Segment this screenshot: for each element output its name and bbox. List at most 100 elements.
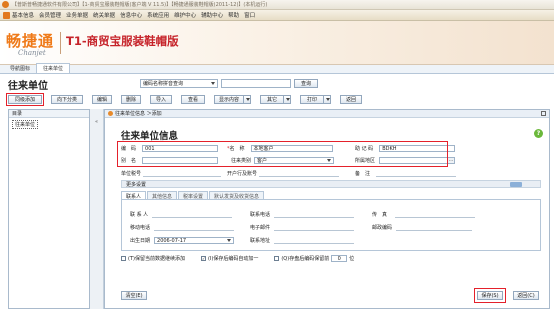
auto-increment-checkbox[interactable]: ✓ [200,256,206,261]
category-tree: 目录 往来单位 [8,109,90,309]
chevron-down-icon [326,98,330,101]
brand-logo: 畅捷通 [6,32,55,50]
partner-form-panel: 往来单位信息 ＞添加 往来单位信息 ? 编 码 001 * 名 称 本地客户 助… [104,109,550,309]
postcode-field[interactable] [396,224,473,231]
keep-data-option[interactable]: (T)保留当前数据继续添加 [121,255,185,262]
return-button[interactable]: 返回 [340,95,362,104]
keep-prefix-digits[interactable]: 0 [331,255,348,262]
form-title: 往来单位信息 [121,131,179,142]
contact-field[interactable] [152,211,233,218]
address-field[interactable] [274,237,355,244]
contact-row: 联 系 人 [130,211,233,218]
clear-button[interactable]: 清空(E) [121,291,147,300]
menu-item[interactable]: 窗口 [244,11,255,19]
contact-panel: 联 系 人 联系电话 传 真 移动电话 电子邮件 邮政编码 出生日期 2006-… [121,199,541,251]
brand-logo-sub: Chanjet [18,49,46,57]
keep-data-checkbox[interactable] [121,256,126,261]
other-dropdown[interactable] [284,95,291,104]
toolbar: 同级添加 向下分类 编辑 删除 导入 查看 显示内容 其它 打印 返回 [8,95,371,104]
form-tab-label: 往来单位信息 ＞添加 [115,111,162,117]
fax-field[interactable] [395,211,476,218]
import-button[interactable]: 导入 [150,95,172,104]
keep-data-label: (T)保留当前数据继续添加 [128,256,185,262]
bank-field[interactable] [259,170,340,177]
bank-row: 开户行及账号 [227,170,340,177]
highlight-basic-info [117,141,448,167]
phone-row: 联系电话 [250,211,355,218]
remark-row: 备 注 [355,170,457,177]
edit-button[interactable]: 编辑 [92,95,112,104]
menu-item[interactable]: 会员管理 [39,11,61,19]
print-dropdown[interactable] [324,95,331,104]
tax-label: 单位税号 [121,171,142,177]
highlight-add-button [6,93,44,106]
keep-prefix-unit: 位 [349,256,355,262]
menu-item[interactable]: 基本信息 [12,11,34,19]
tax-row: 单位税号 [121,170,222,177]
maximize-icon[interactable] [541,111,546,116]
region-picker-button[interactable]: ··· [448,157,456,164]
work-area: 往来单位 编码名称拼音查询 查询 同级添加 向下分类 编辑 删除 导入 查看 显… [0,74,554,309]
print-group: 打印 [300,95,331,104]
menu-item[interactable]: 辅助中心 [201,11,223,19]
form-tab: 往来单位信息 ＞添加 [105,110,549,118]
more-settings-bar[interactable]: 更多设置 [121,180,541,188]
menu-item[interactable]: 系统应用 [147,11,169,19]
menu-item[interactable]: 信息中心 [120,11,142,19]
fax-label: 传 真 [372,212,388,218]
fax-row: 传 真 [372,211,476,218]
remark-field[interactable] [376,170,457,177]
view-button[interactable]: 查看 [181,95,205,104]
postcode-row: 邮政编码 [372,224,473,231]
more-settings-label: 更多设置 [126,181,147,188]
keep-prefix-option[interactable]: (Q)存盘后编码保留前 0 位 [274,255,354,262]
keep-prefix-checkbox[interactable] [274,256,280,261]
birthday-picker[interactable]: 2006-07-17 [154,237,235,244]
form-icon [108,111,113,116]
splitter[interactable]: « [90,109,104,309]
auto-increment-option[interactable]: ✓ (I)保存后编码自动加一 [200,255,258,262]
bank-label: 开户行及账号 [227,171,258,177]
birthday-label: 出生日期 [130,238,151,244]
banner-divider [60,32,61,54]
search-field-select[interactable]: 编码名称拼音查询 [140,79,218,88]
tab-navigation[interactable]: 导航图标 [4,64,36,73]
postcode-label: 邮政编码 [372,225,393,231]
mobile-field[interactable] [154,224,235,231]
phone-field[interactable] [274,211,355,218]
menu-item[interactable]: 统关单据 [93,11,115,19]
add-subcategory-button[interactable]: 向下分类 [51,95,83,104]
phone-label: 联系电话 [250,212,271,218]
search-field-label: 编码名称拼音查询 [143,81,184,87]
search-group: 编码名称拼音查询 查询 [140,79,318,88]
display-content-dropdown[interactable] [244,95,251,104]
remark-label: 备 注 [355,171,371,177]
search-input[interactable] [221,79,291,88]
highlight-save-button [474,288,506,303]
app-icon [2,1,9,8]
window-title: 【普斯普畅捷通软件有限公司】【1-商贸宝服装鞋帽版(客户端 V 11.5)】【畅… [12,2,268,8]
email-label: 电子邮件 [250,225,271,231]
product-name: T1-商贸宝服装鞋帽版 [66,34,179,48]
menu-item[interactable]: 维护中心 [174,11,196,19]
tab-partners[interactable]: 往来单位 [36,63,71,73]
email-field[interactable] [274,224,355,231]
menu-item[interactable]: 业务单据 [66,11,88,19]
home-icon [3,11,10,19]
menu-item[interactable]: 帮助 [228,11,239,19]
print-button[interactable]: 打印 [300,95,324,104]
tree-node-root[interactable]: 往来单位 [12,120,39,129]
display-content-button[interactable]: 显示内容 [214,95,244,104]
other-button[interactable]: 其它 [260,95,284,104]
menu-bar: 基本信息 会员管理 业务单据 统关单据 信息中心 系统应用 维护中心 辅助中心 … [0,10,554,21]
delete-button[interactable]: 删除 [121,95,141,104]
tax-field[interactable] [143,170,222,177]
birthday-value: 2006-07-17 [157,237,187,244]
help-icon[interactable]: ? [534,129,543,138]
save-options: (T)保留当前数据继续添加 ✓ (I)保存后编码自动加一 (Q)存盘后编码保留前… [121,255,370,262]
search-button[interactable]: 查询 [294,79,318,88]
back-button[interactable]: 返回(C) [513,291,539,300]
expand-toggle[interactable] [510,182,522,187]
email-row: 电子邮件 [250,224,355,231]
chevron-down-icon [246,98,250,101]
